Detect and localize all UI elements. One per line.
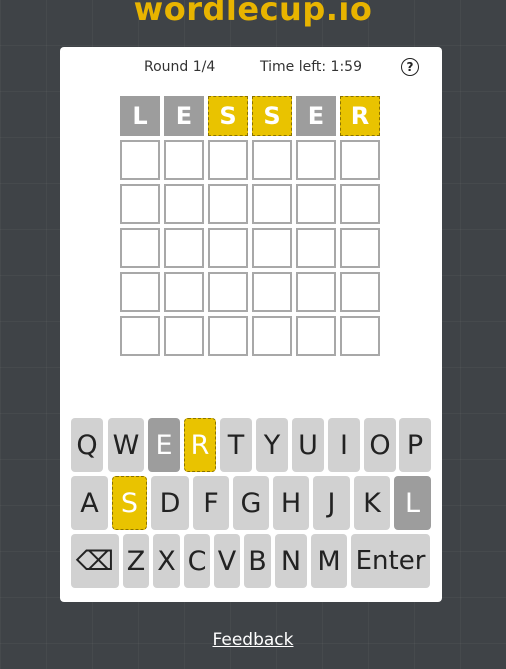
present-tile: S	[252, 96, 292, 136]
key-d[interactable]: D	[151, 476, 189, 530]
empty-tile	[340, 140, 380, 180]
empty-tile	[252, 184, 292, 224]
key-j[interactable]: J	[313, 476, 350, 530]
key-a[interactable]: A	[71, 476, 108, 530]
present-tile: S	[208, 96, 248, 136]
empty-tile	[296, 228, 336, 268]
key-p[interactable]: P	[399, 418, 431, 472]
key-h[interactable]: H	[273, 476, 309, 530]
key-o[interactable]: O	[364, 418, 396, 472]
empty-tile	[208, 184, 248, 224]
key-x[interactable]: X	[153, 534, 180, 588]
on-screen-keyboard: Q W E R T Y U I O P A S D F G H J K L ⌫ Z X C V B N M Enter	[71, 418, 431, 592]
key-u[interactable]: U	[292, 418, 324, 472]
enter-key[interactable]: Enter	[351, 534, 430, 588]
empty-tile	[164, 272, 204, 312]
empty-tile	[120, 184, 160, 224]
absent-tile: E	[296, 96, 336, 136]
empty-tile	[120, 272, 160, 312]
present-tile: R	[340, 96, 380, 136]
key-n[interactable]: N	[275, 534, 307, 588]
key-l[interactable]: L	[394, 476, 431, 530]
empty-tile	[252, 140, 292, 180]
empty-tile	[296, 184, 336, 224]
key-t[interactable]: T	[220, 418, 252, 472]
key-e[interactable]: E	[148, 418, 180, 472]
backspace-key[interactable]: ⌫	[71, 534, 119, 588]
empty-tile	[164, 140, 204, 180]
key-b[interactable]: B	[244, 534, 271, 588]
key-g[interactable]: G	[233, 476, 269, 530]
empty-tile	[252, 272, 292, 312]
key-z[interactable]: Z	[123, 534, 149, 588]
time-left: Time left: 1:59	[260, 59, 362, 75]
empty-tile	[340, 184, 380, 224]
guess-board: LESSER	[120, 96, 380, 360]
board-row	[120, 184, 380, 224]
keyboard-row: QWERTYUIOP	[71, 418, 431, 472]
empty-tile	[120, 228, 160, 268]
key-f[interactable]: F	[193, 476, 229, 530]
key-s[interactable]: S	[112, 476, 147, 530]
empty-tile	[208, 140, 248, 180]
site-logo[interactable]: wordlecup.io	[0, 0, 506, 28]
empty-tile	[296, 140, 336, 180]
board-row	[120, 316, 380, 356]
empty-tile	[296, 316, 336, 356]
absent-tile: L	[120, 96, 160, 136]
backspace-icon: ⌫	[75, 545, 115, 577]
empty-tile	[296, 272, 336, 312]
key-r[interactable]: R	[184, 418, 216, 472]
board-row: LESSER	[120, 96, 380, 136]
empty-tile	[252, 228, 292, 268]
help-icon[interactable]: ?	[401, 58, 419, 76]
board-row	[120, 228, 380, 268]
empty-tile	[120, 316, 160, 356]
empty-tile	[120, 140, 160, 180]
empty-tile	[208, 228, 248, 268]
board-row	[120, 140, 380, 180]
empty-tile	[252, 316, 292, 356]
empty-tile	[208, 316, 248, 356]
key-c[interactable]: C	[184, 534, 210, 588]
empty-tile	[340, 316, 380, 356]
empty-tile	[340, 228, 380, 268]
key-v[interactable]: V	[214, 534, 240, 588]
empty-tile	[208, 272, 248, 312]
key-y[interactable]: Y	[256, 418, 288, 472]
board-row	[120, 272, 380, 312]
key-m[interactable]: M	[311, 534, 347, 588]
empty-tile	[164, 184, 204, 224]
game-card: Round 1/4 Time left: 1:59 ? LESSER QWERT…	[60, 47, 442, 602]
round-indicator: Round 1/4	[144, 59, 216, 75]
absent-tile: E	[164, 96, 204, 136]
empty-tile	[164, 228, 204, 268]
key-w[interactable]: W	[108, 418, 144, 472]
key-k[interactable]: K	[354, 476, 390, 530]
empty-tile	[340, 272, 380, 312]
key-q[interactable]: Q	[71, 418, 103, 472]
key-i[interactable]: I	[328, 418, 360, 472]
keyboard-row: ASDFGHJKL	[71, 476, 431, 530]
keyboard-row: ⌫ Z X C V B N M Enter	[71, 534, 431, 588]
feedback-link[interactable]: Feedback	[0, 630, 506, 650]
empty-tile	[164, 316, 204, 356]
